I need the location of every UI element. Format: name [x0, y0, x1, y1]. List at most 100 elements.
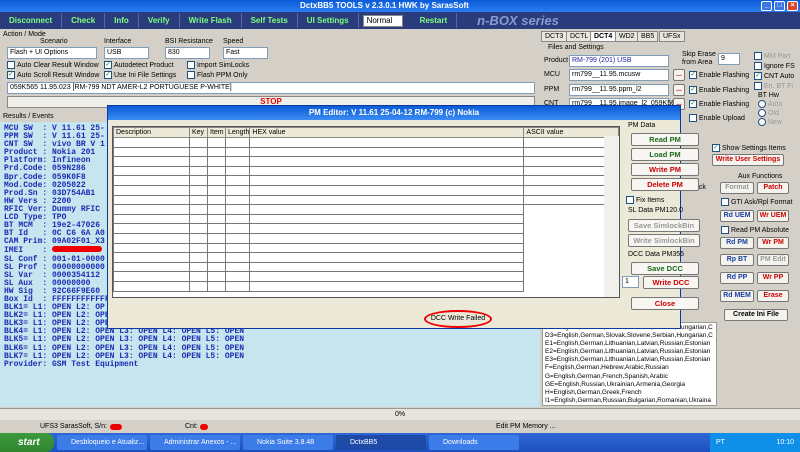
- table-cell[interactable]: [189, 242, 208, 254]
- table-cell[interactable]: [189, 223, 208, 234]
- write-pm-button[interactable]: Write PM: [631, 163, 699, 176]
- table-cell[interactable]: [249, 184, 525, 196]
- bt-old-radio[interactable]: Old: [758, 109, 779, 117]
- language-item[interactable]: GE=English,Russian,Ukrainian,Armenia,Geo…: [545, 381, 714, 389]
- en-bt-checkbox[interactable]: En. BT Fi: [754, 82, 793, 90]
- table-row[interactable]: [113, 232, 619, 244]
- task-downloads[interactable]: Downloads: [429, 435, 519, 450]
- table-cell[interactable]: [207, 156, 226, 167]
- table-cell[interactable]: [113, 204, 190, 215]
- minimize-icon[interactable]: _: [761, 1, 772, 11]
- close-icon[interactable]: ×: [787, 1, 798, 11]
- table-cell[interactable]: [224, 261, 251, 273]
- table-cell[interactable]: [224, 137, 251, 148]
- table-cell[interactable]: [224, 156, 251, 167]
- gti-checkbox[interactable]: GTI Ask/Rpl Format: [721, 198, 792, 206]
- rd-pm-button[interactable]: Rd PM: [720, 237, 754, 249]
- table-cell[interactable]: [249, 261, 525, 273]
- table-cell[interactable]: [189, 156, 208, 167]
- language-item[interactable]: F=English,German,Hebrew,Arabic,Russian: [545, 364, 714, 372]
- table-cell[interactable]: [249, 242, 525, 254]
- interface-select[interactable]: USB: [104, 47, 149, 59]
- ignore-fs-checkbox[interactable]: Ignore FS: [754, 62, 795, 70]
- import-simlocks-checkbox[interactable]: Import SimLocks: [187, 61, 249, 69]
- language-item[interactable]: D3=English,German,Slovak,Slovene,Serbian…: [545, 332, 714, 340]
- save-simlock-button[interactable]: Save SimlockBin: [628, 219, 700, 232]
- wr-uem-button[interactable]: Wr UEM: [757, 210, 789, 222]
- product-select[interactable]: RM-799 (201) USB: [569, 55, 669, 67]
- tab-dct3[interactable]: DCT3: [541, 31, 568, 42]
- table-cell[interactable]: [113, 184, 190, 196]
- col-description[interactable]: Description: [113, 127, 190, 138]
- ppm-file[interactable]: rm799__11.95.ppm_l2: [569, 84, 669, 96]
- start-button[interactable]: start: [0, 433, 54, 452]
- table-cell[interactable]: [113, 175, 190, 186]
- table-cell[interactable]: [113, 223, 190, 234]
- speed-select[interactable]: Fast: [223, 47, 268, 59]
- restart-button[interactable]: Restart: [411, 13, 458, 28]
- table-cell[interactable]: [249, 146, 525, 158]
- table-cell[interactable]: [249, 223, 525, 234]
- read-pm-absolute-checkbox[interactable]: Read PM Absolute: [721, 226, 789, 234]
- table-cell[interactable]: [189, 175, 208, 186]
- rp-bt-button[interactable]: Rp BT: [720, 254, 754, 266]
- write-dcc-button[interactable]: Write DCC: [643, 276, 699, 289]
- table-cell[interactable]: [207, 175, 226, 186]
- table-row[interactable]: [113, 184, 619, 196]
- cnt-auto-checkbox[interactable]: ✓ CNT Auto: [754, 72, 794, 80]
- table-cell[interactable]: [113, 165, 190, 177]
- language-item[interactable]: E3=English,German,Lithuanian,Latvian,Rus…: [545, 356, 714, 364]
- table-cell[interactable]: [207, 232, 226, 244]
- table-row[interactable]: [113, 165, 619, 177]
- table-cell[interactable]: [207, 223, 226, 234]
- table-cell[interactable]: [207, 261, 226, 273]
- use-ini-checkbox[interactable]: ✓ Use Ini File Settings: [104, 71, 176, 79]
- maximize-icon[interactable]: □: [774, 1, 785, 11]
- language-item[interactable]: E1=English,German,Lithuanian,Latvian,Rus…: [545, 340, 714, 348]
- pm-edit-button[interactable]: PM Edit: [757, 254, 789, 266]
- table-cell[interactable]: [189, 184, 208, 196]
- table-cell[interactable]: [189, 137, 208, 148]
- table-cell[interactable]: [189, 194, 208, 206]
- table-cell[interactable]: [224, 252, 251, 263]
- wr-pp-button[interactable]: Wr PP: [757, 272, 789, 284]
- table-cell[interactable]: [189, 232, 208, 244]
- table-cell[interactable]: [113, 146, 190, 158]
- table-cell[interactable]: [113, 261, 190, 273]
- mode-select[interactable]: Normal: [362, 14, 403, 27]
- table-cell[interactable]: [207, 213, 226, 225]
- table-cell[interactable]: [249, 175, 525, 186]
- table-cell[interactable]: [224, 232, 251, 244]
- close-button[interactable]: Close: [631, 297, 699, 310]
- table-cell[interactable]: [207, 194, 226, 206]
- language-item[interactable]: I2=English,German,Russian,Bulgarian,Roma…: [545, 405, 714, 406]
- table-cell[interactable]: [249, 280, 525, 292]
- mm-part-checkbox[interactable]: MM Part: [754, 52, 790, 60]
- scenario-select[interactable]: Flash + UI Options: [7, 47, 97, 59]
- task-desbloqueio[interactable]: Desbloqueio e Atualiz...: [57, 435, 147, 450]
- fix-items-checkbox[interactable]: Fix Items: [626, 196, 664, 204]
- enable-flashing-mcu[interactable]: ✓ Enable Flashing: [689, 71, 749, 79]
- load-pm-button[interactable]: Load PM: [631, 148, 699, 161]
- table-cell[interactable]: [207, 242, 226, 254]
- tab-bb5[interactable]: BB5: [637, 31, 659, 42]
- table-row[interactable]: [113, 137, 619, 148]
- rd-mem-button[interactable]: Rd MEM: [720, 290, 754, 302]
- table-cell[interactable]: [207, 271, 226, 282]
- table-cell[interactable]: [224, 213, 251, 225]
- table-cell[interactable]: [224, 280, 251, 292]
- dcc-spinner[interactable]: 1: [622, 276, 639, 288]
- table-cell[interactable]: [249, 213, 525, 225]
- table-cell[interactable]: [224, 175, 251, 186]
- table-row[interactable]: [113, 271, 619, 282]
- write-user-settings-button[interactable]: Write User Settings: [712, 154, 784, 166]
- format-button[interactable]: Format: [720, 182, 754, 194]
- table-cell[interactable]: [189, 252, 208, 263]
- language-item[interactable]: E2=English,German,Lithuanian,Latvian,Rus…: [545, 348, 714, 356]
- language-item[interactable]: I1=English,German,Russian,Bulgarian,Roma…: [545, 397, 714, 405]
- table-cell[interactable]: [113, 213, 190, 225]
- show-settings-checkbox[interactable]: ✓ Show Settings Items: [712, 144, 786, 152]
- table-cell[interactable]: [189, 280, 208, 292]
- rd-uem-button[interactable]: Rd UEM: [720, 210, 754, 222]
- task-administrar[interactable]: Administrar Anexos - ...: [150, 435, 240, 450]
